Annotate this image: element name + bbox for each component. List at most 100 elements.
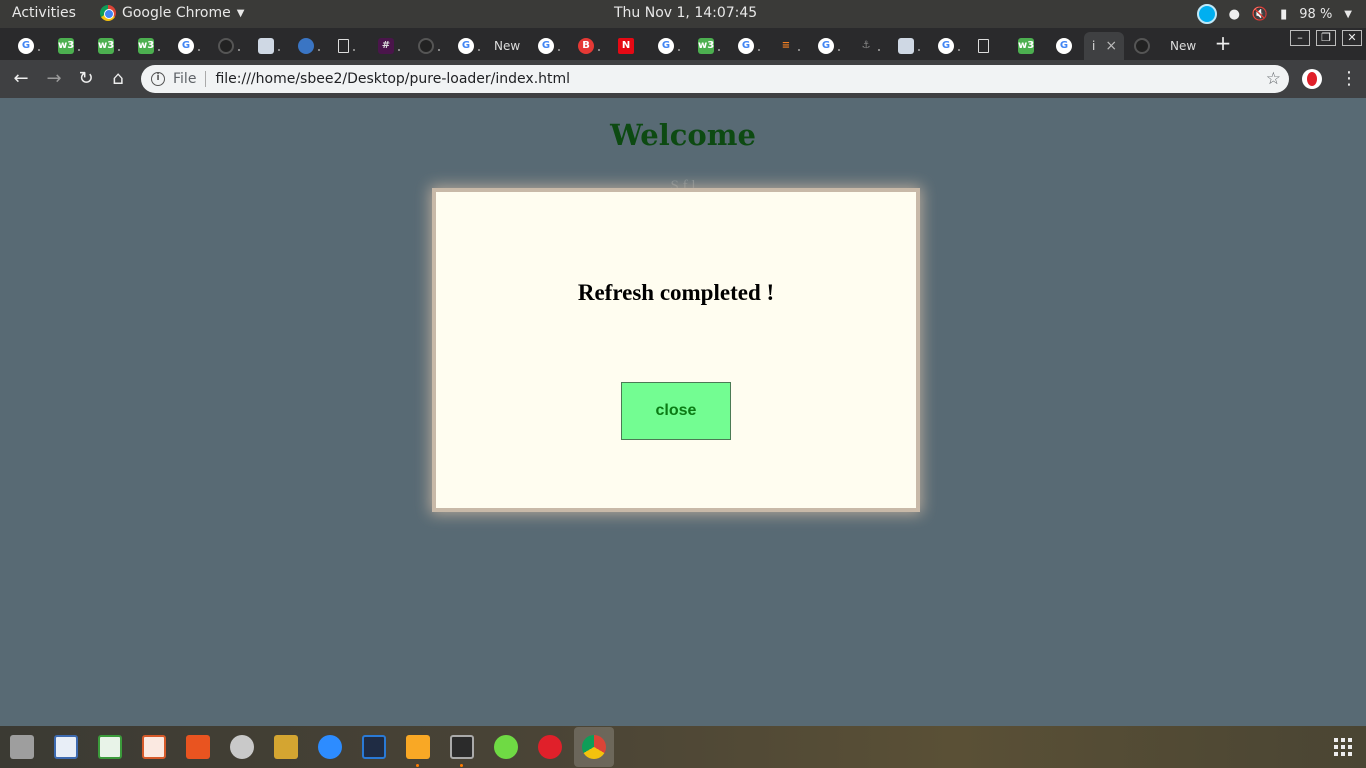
menu-kebab-icon[interactable]: ⋮ — [1340, 68, 1358, 89]
minimize-button[interactable]: – — [1290, 30, 1310, 46]
tab[interactable]: # — [370, 32, 410, 60]
chrome-icon — [100, 5, 116, 21]
google-icon: G — [658, 38, 674, 54]
chart-icon — [258, 38, 274, 54]
activities-button[interactable]: Activities — [12, 5, 76, 21]
tab-label: i — [1092, 39, 1096, 53]
document-icon — [978, 39, 989, 53]
tab[interactable] — [890, 32, 930, 60]
google-icon: G — [1056, 38, 1072, 54]
browser-toolbar: ← → ↻ ⌂ i File file:///home/sbee2/Deskto… — [0, 60, 1366, 98]
tab[interactable]: w3 — [50, 32, 90, 60]
tab[interactable]: B — [570, 32, 610, 60]
show-applications-icon[interactable] — [1334, 738, 1352, 756]
tab[interactable] — [250, 32, 290, 60]
github-icon — [218, 38, 234, 54]
close-tab-icon[interactable]: × — [1105, 38, 1117, 54]
running-indicator — [416, 764, 419, 767]
back-arrow-icon[interactable]: ← — [10, 68, 32, 90]
address-bar[interactable]: i File file:///home/sbee2/Desktop/pure-l… — [141, 65, 1289, 93]
restore-button[interactable]: ❐ — [1316, 30, 1336, 46]
chart-icon — [898, 38, 914, 54]
vscode-icon[interactable] — [362, 735, 386, 759]
zoom-icon[interactable] — [318, 735, 342, 759]
refresh-modal: Refresh completed ! close — [436, 192, 916, 508]
tab[interactable]: N — [610, 32, 650, 60]
tab[interactable] — [330, 32, 370, 60]
tab[interactable]: w3 — [1010, 32, 1050, 60]
google-icon: G — [738, 38, 754, 54]
bookmark-star-icon[interactable]: ☆ — [1266, 69, 1281, 89]
tab[interactable]: w3 — [130, 32, 170, 60]
spreadsheet-icon[interactable] — [98, 735, 122, 759]
presentation-icon[interactable] — [142, 735, 166, 759]
chrome-icon[interactable] — [582, 735, 606, 759]
tab[interactable]: w3 — [690, 32, 730, 60]
tab[interactable] — [210, 32, 250, 60]
tab[interactable]: G — [1048, 32, 1088, 60]
reload-icon[interactable]: ↻ — [75, 68, 97, 90]
tab[interactable]: G — [650, 32, 690, 60]
tab[interactable] — [1126, 32, 1166, 60]
slack-icon: # — [378, 38, 394, 54]
tab[interactable]: G — [450, 32, 490, 60]
clock[interactable]: Thu Nov 1, 14:07:45 — [614, 5, 757, 21]
skype-icon[interactable] — [1196, 4, 1217, 24]
tab-new-tab[interactable]: New — [1162, 32, 1202, 60]
tab[interactable]: G — [810, 32, 850, 60]
battery-icon: ▮ — [1280, 6, 1288, 22]
google-icon: G — [538, 38, 554, 54]
system-top-bar: Activities Google Chrome ▼ Thu Nov 1, 14… — [0, 0, 1366, 28]
tab-label: New — [1170, 39, 1197, 53]
info-icon[interactable]: i — [151, 72, 165, 86]
settings-gear-icon[interactable] — [230, 735, 254, 759]
tab[interactable]: ⚓ — [850, 32, 890, 60]
tab-new-tab[interactable]: New — [486, 32, 526, 60]
wifi-icon: ● — [1228, 6, 1240, 22]
upwork-icon[interactable] — [494, 735, 518, 759]
lock-icon[interactable] — [274, 735, 298, 759]
close-window-button[interactable]: ✕ — [1342, 30, 1362, 46]
modal-title: Refresh completed ! — [577, 280, 775, 305]
system-menu-arrow-icon[interactable]: ▼ — [1344, 9, 1352, 20]
tab-strip: G w3 w3 w3 G # G New G B N G w3 G ≡ G ⚓ … — [0, 28, 1366, 60]
files-icon[interactable] — [10, 735, 34, 759]
running-indicator — [460, 764, 463, 767]
app-menu[interactable]: Google Chrome ▼ — [100, 5, 244, 21]
tab[interactable]: w3 — [90, 32, 130, 60]
tab[interactable] — [970, 32, 1010, 60]
system-tray[interactable]: ● 🔇 ▮ 98 % ▼ — [1196, 4, 1352, 24]
new-tab-button[interactable]: + — [1212, 32, 1234, 54]
opera-extension-icon[interactable] — [1302, 69, 1322, 89]
home-icon[interactable]: ⌂ — [107, 68, 129, 90]
url-text[interactable]: file:///home/sbee2/Desktop/pure-loader/i… — [215, 71, 570, 87]
document-viewer-icon[interactable] — [54, 735, 78, 759]
opera-icon[interactable] — [538, 735, 562, 759]
sublime-text-icon[interactable] — [406, 735, 430, 759]
tab[interactable]: G — [930, 32, 970, 60]
document-icon — [338, 39, 349, 53]
tab[interactable] — [290, 32, 330, 60]
separator — [205, 71, 207, 87]
app-menu-label: Google Chrome — [122, 5, 231, 21]
forward-arrow-icon[interactable]: → — [43, 68, 65, 90]
software-center-icon[interactable] — [186, 735, 210, 759]
w3schools-icon: w3 — [698, 38, 714, 54]
tab-active[interactable]: i × — [1084, 32, 1124, 60]
bitdefender-icon: B — [578, 38, 594, 54]
github-icon — [418, 38, 434, 54]
w3schools-icon: w3 — [98, 38, 114, 54]
tab[interactable] — [410, 32, 450, 60]
anchor-icon: ⚓ — [861, 40, 871, 51]
tab[interactable]: G — [530, 32, 570, 60]
page-content: Welcome S f l Refresh completed ! close — [0, 98, 1366, 726]
w3schools-icon: w3 — [58, 38, 74, 54]
volume-muted-icon: 🔇 — [1251, 6, 1269, 22]
terminal-icon[interactable] — [450, 735, 474, 759]
tab[interactable]: G — [730, 32, 770, 60]
tab[interactable]: G — [10, 32, 50, 60]
tab[interactable]: ≡ — [770, 32, 810, 60]
tab[interactable]: G — [170, 32, 210, 60]
close-button[interactable]: close — [621, 382, 731, 440]
github-icon — [1134, 38, 1150, 54]
